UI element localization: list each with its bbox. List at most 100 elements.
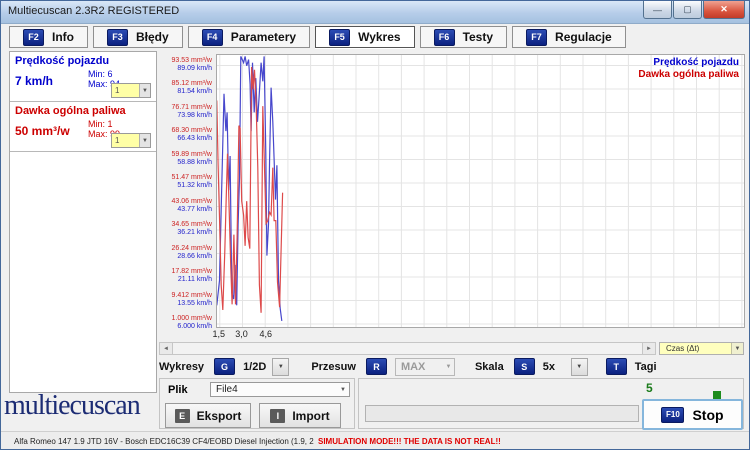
y-axis-label-row: 51.47 mm³/w51.32 km/h bbox=[172, 174, 212, 190]
titlebar: Multiecuscan 2.3R2 REGISTERED — ▢ ✕ bbox=[1, 1, 749, 24]
import-button-label: Import bbox=[292, 409, 329, 423]
f10-key-badge: F10 bbox=[661, 407, 684, 423]
param-scale-value: 1 bbox=[112, 136, 139, 145]
chevron-down-icon[interactable]: ▼ bbox=[731, 343, 743, 354]
scroll-right-icon[interactable]: ► bbox=[642, 343, 655, 354]
wykresy-value[interactable]: 1/2D bbox=[243, 361, 266, 373]
import-button[interactable]: I Import bbox=[259, 403, 341, 428]
y-label-blue: 81.54 km/h bbox=[172, 88, 212, 96]
minimize-button[interactable]: — bbox=[643, 1, 672, 19]
y-axis-label-row: 59.89 mm³/w58.88 km/h bbox=[172, 151, 212, 167]
r-key-badge: R bbox=[366, 358, 387, 375]
g-key-badge: G bbox=[214, 358, 235, 375]
przesuw-combo: MAX ▼ bbox=[395, 358, 455, 376]
param-value: 50 mm³/w bbox=[15, 124, 70, 138]
chart-svg bbox=[217, 55, 744, 327]
tab-parametery[interactable]: F4Parametery bbox=[188, 26, 310, 48]
y-axis-label-row: 17.82 mm³/w21.11 km/h bbox=[172, 268, 212, 284]
chart-controls-row: Wykresy G 1/2D ▼ Przesuw R MAX ▼ Skala S… bbox=[159, 358, 667, 375]
maximize-button[interactable]: ▢ bbox=[673, 1, 702, 19]
skala-dropdown-button[interactable]: ▼ bbox=[571, 358, 588, 376]
skala-value[interactable]: 5x bbox=[543, 361, 565, 373]
status-bar: Alfa Romeo 147 1.9 JTD 16V - Bosch EDC16… bbox=[1, 431, 749, 450]
series-line-dawka-ogolna-paliwa bbox=[217, 67, 283, 313]
x-tick-label: 1,5 bbox=[208, 329, 230, 339]
chart-legend: Prędkość pojazdu Dawka ogólna paliwa bbox=[638, 57, 739, 81]
tab-bledy[interactable]: F3Błędy bbox=[93, 26, 183, 48]
chart-plot-area[interactable]: Prędkość pojazdu Dawka ogólna paliwa bbox=[216, 54, 745, 328]
y-label-red: 68.30 mm³/w bbox=[172, 127, 212, 135]
window-controls: — ▢ ✕ bbox=[642, 1, 745, 19]
tab-label: Wykres bbox=[358, 30, 400, 44]
wykresy-label: Wykresy bbox=[159, 361, 204, 373]
chevron-down-icon[interactable]: ▼ bbox=[337, 387, 349, 393]
param-scale-value: 1 bbox=[112, 86, 139, 95]
tab-label: Info bbox=[52, 30, 74, 44]
file-select[interactable]: File4 ▼ bbox=[210, 382, 350, 397]
tab-testy[interactable]: F6Testy bbox=[420, 26, 507, 48]
y-axis-label-row: 43.06 mm³/w43.77 km/h bbox=[172, 198, 212, 214]
przesuw-label: Przesuw bbox=[311, 361, 356, 373]
eksport-button[interactable]: E Eksport bbox=[165, 403, 251, 428]
y-label-blue: 36.21 km/h bbox=[172, 229, 212, 237]
f7-key-badge: F7 bbox=[526, 29, 547, 46]
y-label-blue: 43.77 km/h bbox=[172, 206, 212, 214]
y-label-red: 93.53 mm³/w bbox=[172, 57, 212, 65]
y-label-blue: 73.98 km/h bbox=[172, 112, 212, 120]
run-group: 5 F10 Stop bbox=[358, 378, 744, 429]
y-label-blue: 89.09 km/h bbox=[172, 65, 212, 73]
tab-wykres[interactable]: F5Wykres bbox=[315, 26, 414, 48]
tab-regulacje[interactable]: F7 Regulacje bbox=[512, 26, 626, 48]
param-panel-predkosc-pojazdu[interactable]: Prędkość pojazdu7 km/hMin: 6Max: 941▼ bbox=[10, 52, 156, 102]
chevron-down-icon[interactable]: ▼ bbox=[139, 134, 150, 147]
y-label-blue: 28.66 km/h bbox=[172, 253, 212, 261]
y-label-blue: 66.43 km/h bbox=[172, 135, 212, 143]
t-key-badge: T bbox=[606, 358, 627, 375]
param-title: Prędkość pojazdu bbox=[15, 55, 151, 67]
tab-label: Parametery bbox=[231, 30, 296, 44]
chart-scroll-row: ◄ ► Czas (Δt) ▼ bbox=[159, 342, 744, 355]
y-label-blue: 21.11 km/h bbox=[172, 276, 212, 284]
vehicle-info: Alfa Romeo 147 1.9 JTD 16V - Bosch EDC16… bbox=[14, 437, 314, 446]
parameters-sidebar: Prędkość pojazdu7 km/hMin: 6Max: 941▼ Daw… bbox=[9, 51, 157, 393]
recording-indicator bbox=[713, 391, 721, 399]
chevron-down-icon[interactable]: ▼ bbox=[139, 84, 150, 97]
param-scale-select[interactable]: 1▼ bbox=[111, 133, 151, 148]
x-tick-label: 3,0 bbox=[230, 329, 252, 339]
progress-bar bbox=[365, 405, 639, 422]
stop-button[interactable]: F10 Stop bbox=[642, 399, 743, 430]
param-min: Min: 6 bbox=[88, 69, 113, 79]
x-axis-mode-value: Czas (Δt) bbox=[660, 344, 731, 353]
y-label-blue: 58.88 km/h bbox=[172, 159, 212, 167]
y-label-red: 34.65 mm³/w bbox=[172, 221, 212, 229]
legend-dawka: Dawka ogólna paliwa bbox=[638, 69, 739, 81]
x-axis-mode-combo[interactable]: Czas (Δt) ▼ bbox=[659, 342, 744, 355]
tab-label: Błędy bbox=[136, 30, 169, 44]
app-window: Multiecuscan 2.3R2 REGISTERED — ▢ ✕ F2In… bbox=[0, 0, 750, 450]
horizontal-scrollbar[interactable]: ◄ ► bbox=[159, 342, 656, 355]
y-label-red: 43.06 mm³/w bbox=[172, 198, 212, 206]
sample-counter: 5 bbox=[646, 381, 653, 395]
param-title: Dawka ogólna paliwa bbox=[15, 105, 151, 117]
y-axis-label-row: 76.71 mm³/w73.98 km/h bbox=[172, 104, 212, 120]
y-label-red: 17.82 mm³/w bbox=[172, 268, 212, 276]
tab-label: Regulacje bbox=[555, 30, 612, 44]
plik-label: Plik bbox=[168, 384, 188, 396]
param-scale-select[interactable]: 1▼ bbox=[111, 83, 151, 98]
y-axis-label-row: 34.65 mm³/w36.21 km/h bbox=[172, 221, 212, 237]
y-label-red: 51.47 mm³/w bbox=[172, 174, 212, 182]
close-button[interactable]: ✕ bbox=[703, 1, 745, 19]
y-label-red: 9.412 mm³/w bbox=[172, 292, 212, 300]
f6-key-badge: F6 bbox=[434, 29, 455, 46]
x-tick-label: 4,6 bbox=[255, 329, 277, 339]
wykresy-dropdown-button[interactable]: ▼ bbox=[272, 358, 289, 376]
gridlines bbox=[217, 55, 744, 327]
y-axis-label-row: 68.30 mm³/w66.43 km/h bbox=[172, 127, 212, 143]
scroll-left-icon[interactable]: ◄ bbox=[160, 343, 173, 354]
tagi-button[interactable]: Tagi bbox=[635, 361, 657, 373]
y-axis-label-row: 85.12 mm³/w81.54 km/h bbox=[172, 80, 212, 96]
param-panel-dawka-ogolna-paliwa[interactable]: Dawka ogólna paliwa50 mm³/wMin: 1Max: 99… bbox=[10, 102, 156, 152]
tab-info[interactable]: F2Info bbox=[9, 26, 88, 48]
multiecuscan-logo: multiecuscan bbox=[4, 390, 140, 422]
y-label-red: 1.000 mm³/w bbox=[172, 315, 212, 323]
